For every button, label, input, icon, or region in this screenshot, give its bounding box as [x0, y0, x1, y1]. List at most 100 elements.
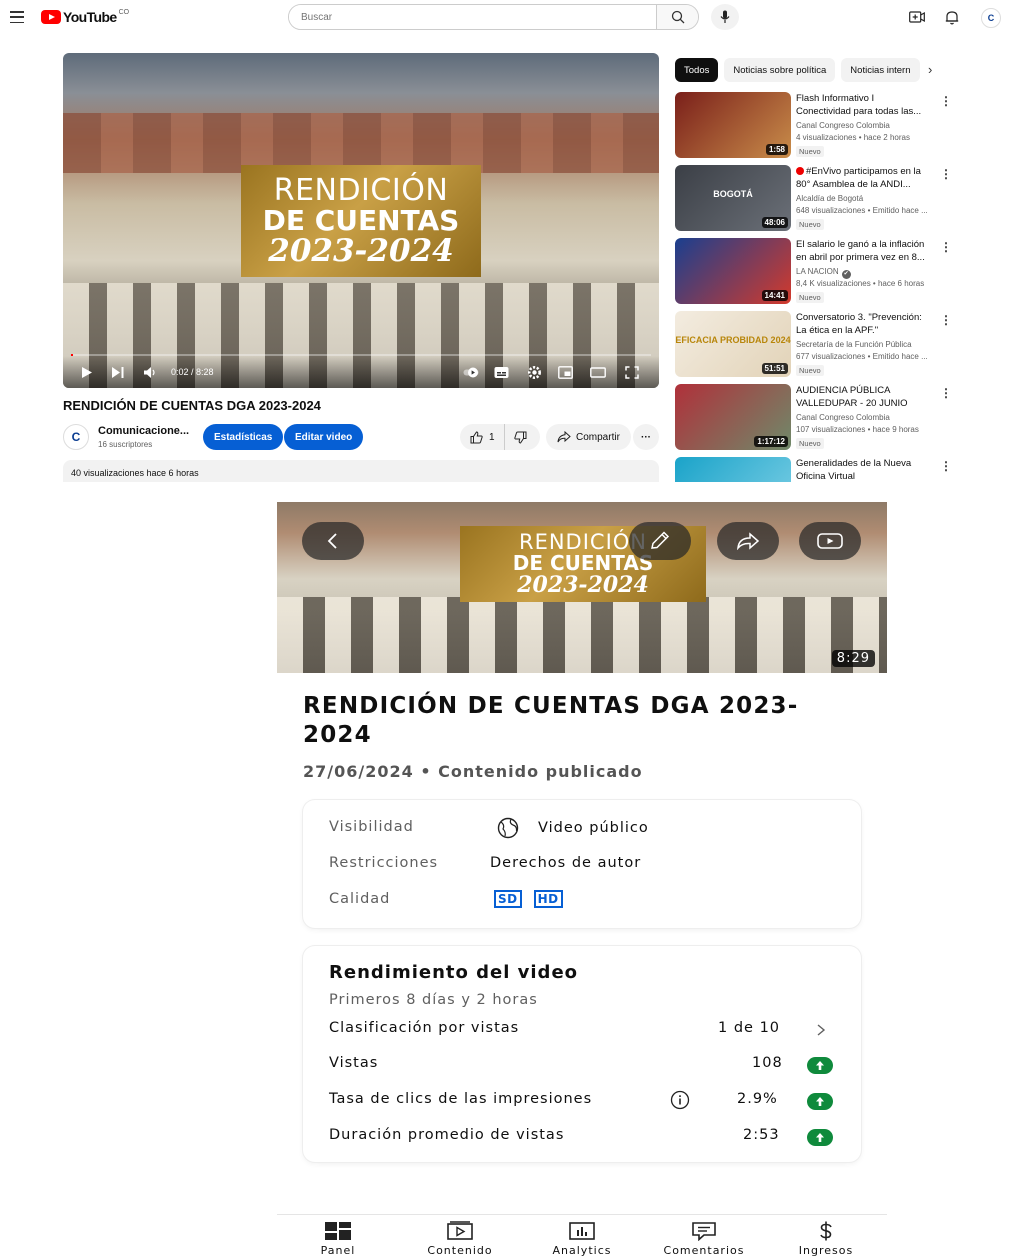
like-button[interactable]: 1	[460, 424, 505, 450]
logo-country: CO	[118, 9, 130, 16]
search-box	[288, 4, 699, 30]
autoplay-toggle-icon[interactable]	[463, 366, 479, 379]
recommended-title[interactable]: Flash Informativo I Conectividad para to…	[796, 92, 928, 118]
kebab-menu-icon[interactable]: ⋮	[940, 94, 952, 108]
description-box[interactable]: 40 visualizaciones hace 6 horas	[63, 460, 659, 482]
recommended-channel[interactable]: Alcaldía de Bogotá	[796, 194, 863, 203]
nav-content[interactable]: Contenido	[399, 1215, 521, 1258]
create-video-icon	[909, 11, 925, 23]
youtube-play-icon	[41, 10, 61, 24]
share-button[interactable]: Compartir	[546, 424, 631, 450]
visibility-value[interactable]: Video público	[492, 817, 649, 839]
kebab-menu-icon[interactable]: ⋮	[940, 386, 952, 400]
recommended-title-text: Conversatorio 3. "Prevención: La ética e…	[796, 312, 922, 336]
nav-panel[interactable]: Panel	[277, 1215, 399, 1258]
studio-video-thumbnail[interactable]: RENDICIÓN DE CUENTAS 2023-2024 8:29	[277, 502, 887, 673]
recommended-title-text: Flash Informativo I Conectividad para to…	[796, 93, 922, 117]
search-input[interactable]	[289, 5, 656, 29]
recommended-channel[interactable]: LA NACION ✔	[796, 267, 851, 279]
kebab-menu-icon[interactable]: ⋮	[940, 167, 952, 181]
bell-icon	[945, 10, 959, 24]
player-scene-roofs	[63, 113, 659, 173]
theater-mode-icon[interactable]	[590, 366, 606, 379]
video-banner: RENDICIÓN DE CUENTAS 2023-2024	[241, 165, 481, 277]
recommended-channel[interactable]: Canal Congreso Colombia	[796, 121, 890, 130]
kebab-menu-icon[interactable]: ⋮	[940, 459, 952, 473]
video-thumbnail[interactable]: EFICACIA PROBIDAD 2024 51:51	[675, 311, 791, 377]
miniplayer-icon[interactable]	[558, 366, 573, 379]
next-icon[interactable]	[111, 366, 125, 379]
performance-period: Primeros 8 días y 2 horas	[329, 992, 538, 1008]
recommended-video[interactable]: BOGOTÁ 48:06 #EnVivo participamos en la 80…	[675, 165, 965, 233]
stats-button[interactable]: Estadísticas	[203, 424, 284, 450]
recommended-video[interactable]: Generalidades de la Nueva Oficina Virtua…	[675, 457, 965, 482]
recommended-video[interactable]: 1:58 Flash Informativo I Conectividad par…	[675, 92, 965, 160]
back-button[interactable]	[302, 522, 364, 560]
recommended-title[interactable]: AUDIENCIA PÚBLICA VALLEDUPAR - 20 JUNIO …	[796, 384, 928, 412]
chevron-right-icon[interactable]: ›	[928, 62, 932, 77]
player-controls: 0:02 / 8:28	[63, 356, 659, 388]
rank-label: Clasificación por vistas	[329, 1020, 520, 1036]
nav-analytics[interactable]: Analytics	[521, 1215, 643, 1258]
description-meta: 40 visualizaciones hace 6 horas	[71, 468, 199, 478]
notifications-button[interactable]	[943, 8, 961, 26]
kebab-menu-icon[interactable]: ⋮	[940, 313, 952, 327]
voice-search-button[interactable]	[711, 4, 739, 30]
settings-gear-icon[interactable]	[527, 365, 542, 380]
video-thumbnail[interactable]	[675, 457, 791, 482]
create-video-button[interactable]	[908, 8, 926, 26]
restrictions-value[interactable]: Derechos de autor	[490, 855, 641, 871]
thumbnail-text: BOGOTÁ	[713, 189, 753, 199]
recommended-title[interactable]: Generalidades de la Nueva Oficina Virtua…	[796, 457, 928, 482]
recommended-video[interactable]: EFICACIA PROBIDAD 2024 51:51 Conversatorio…	[675, 311, 965, 379]
recommended-title[interactable]: Conversatorio 3. "Prevención: La ética e…	[796, 311, 928, 337]
recommended-channel[interactable]: Secretaría de la Función Pública	[796, 340, 912, 349]
video-thumbnail[interactable]: BOGOTÁ 48:06	[675, 165, 791, 231]
recommended-title-text: El salario le ganó a la inflación en abr…	[796, 239, 925, 263]
subscriber-count: 16 suscriptores	[98, 440, 153, 449]
video-thumbnail[interactable]: 1:58	[675, 92, 791, 158]
more-actions-button[interactable]: ···	[633, 424, 659, 450]
fullscreen-icon[interactable]	[625, 366, 639, 379]
edit-video-button[interactable]: Editar video	[284, 424, 364, 450]
chevron-right-icon[interactable]	[816, 1023, 826, 1037]
subtitles-icon[interactable]	[494, 366, 509, 379]
view-on-youtube-button[interactable]	[799, 522, 861, 560]
play-icon[interactable]	[81, 366, 93, 379]
info-icon[interactable]	[667, 1090, 693, 1110]
kebab-menu-icon[interactable]: ⋮	[940, 240, 952, 254]
avg-duration-trend-up-icon	[807, 1129, 833, 1146]
rank-value: 1 de 10	[718, 1020, 781, 1036]
share-button-studio[interactable]	[717, 522, 779, 560]
edit-button[interactable]	[629, 522, 691, 560]
banner-line-2: DE CUENTAS	[262, 203, 460, 237]
filter-chip[interactable]: Noticias sobre política	[724, 58, 836, 82]
video-thumbnail[interactable]: 1:17:12	[675, 384, 791, 450]
new-badge: Nuevo	[796, 219, 824, 230]
search-button[interactable]	[656, 5, 698, 29]
youtube-logo[interactable]: YouTube CO	[41, 9, 129, 25]
video-thumbnail[interactable]: 14:41	[675, 238, 791, 304]
globe-icon	[497, 817, 519, 839]
recommended-video[interactable]: 1:17:12 AUDIENCIA PÚBLICA VALLEDUPAR - 20…	[675, 384, 965, 452]
video-player[interactable]: RENDICIÓN DE CUENTAS 2023-2024 0:02 / 8:…	[63, 53, 659, 388]
recommended-channel[interactable]: Canal Congreso Colombia	[796, 413, 890, 422]
recommended-title[interactable]: #EnVivo participamos en la 80° Asamblea …	[796, 165, 928, 191]
nav-comments[interactable]: Comentarios	[643, 1215, 765, 1258]
hamburger-menu-icon[interactable]	[10, 11, 24, 23]
filter-chip[interactable]: Noticias intern	[841, 58, 920, 82]
recommended-title[interactable]: El salario le ganó a la inflación en abr…	[796, 238, 928, 264]
ctr-trend-up-icon	[807, 1093, 833, 1110]
volume-icon[interactable]	[143, 366, 157, 379]
video-title: RENDICIÓN DE CUENTAS DGA 2023-2024	[63, 398, 321, 413]
channel-avatar[interactable]: C	[63, 424, 89, 450]
search-icon	[671, 10, 684, 24]
comments-icon	[692, 1222, 716, 1241]
account-avatar[interactable]: C	[981, 8, 1001, 28]
recommended-video[interactable]: 14:41 El salario le ganó a la inflación e…	[675, 238, 965, 306]
filter-chip[interactable]: Todos	[675, 58, 719, 82]
nav-earnings[interactable]: Ingresos	[765, 1215, 887, 1258]
studio-video-details: RENDICIÓN DE CUENTAS 2023-2024 8:29 REND…	[277, 502, 887, 1258]
channel-name[interactable]: Comunicacione...	[98, 425, 189, 437]
dislike-button[interactable]	[505, 431, 527, 444]
